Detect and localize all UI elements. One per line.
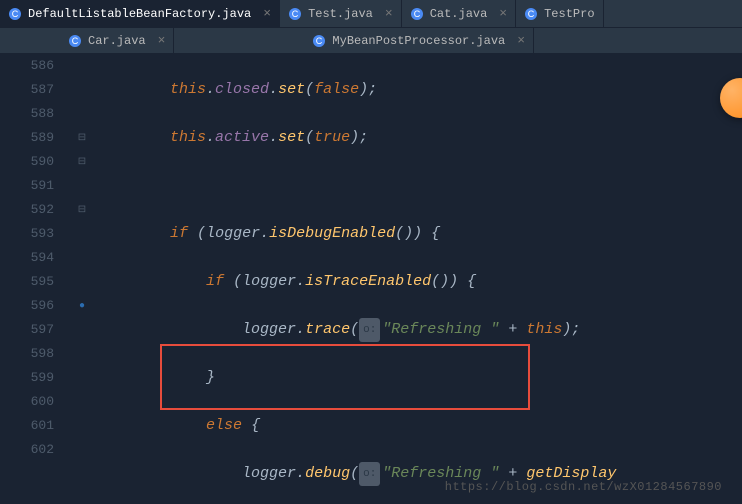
line-number: 591 bbox=[0, 174, 54, 198]
tab-testpro[interactable]: C TestPro bbox=[516, 0, 603, 27]
line-number: 602 bbox=[0, 438, 54, 462]
tab-car[interactable]: C Car.java × bbox=[60, 28, 174, 53]
tab-label: DefaultListableBeanFactory.java bbox=[28, 7, 251, 21]
editor-area[interactable]: 586 587 588 589 590 591 592 593 594 595 … bbox=[0, 54, 742, 504]
tab-cat[interactable]: C Cat.java × bbox=[402, 0, 516, 27]
close-icon[interactable]: × bbox=[158, 33, 166, 48]
line-number: 592 bbox=[0, 198, 54, 222]
java-class-icon: C bbox=[524, 7, 538, 21]
java-class-icon: C bbox=[68, 34, 82, 48]
line-number-gutter: 586 587 588 589 590 591 592 593 594 595 … bbox=[0, 54, 72, 504]
tab-mybeanpostprocessor[interactable]: C MyBeanPostProcessor.java × bbox=[304, 28, 534, 53]
svg-text:C: C bbox=[72, 36, 79, 46]
line-number: 600 bbox=[0, 390, 54, 414]
tab-test[interactable]: C Test.java × bbox=[280, 0, 402, 27]
tab-defaultlistablebeanfactory[interactable]: C DefaultListableBeanFactory.java × bbox=[0, 0, 280, 27]
tab-label: MyBeanPostProcessor.java bbox=[332, 34, 505, 48]
param-hint-icon: o: bbox=[359, 462, 380, 486]
close-icon[interactable]: × bbox=[263, 6, 271, 21]
java-class-icon: C bbox=[410, 7, 424, 21]
java-class-icon: C bbox=[288, 7, 302, 21]
line-number: 586 bbox=[0, 54, 54, 78]
svg-text:C: C bbox=[413, 9, 420, 19]
java-class-icon: C bbox=[312, 34, 326, 48]
line-number: 597 bbox=[0, 318, 54, 342]
tab-label: Test.java bbox=[308, 7, 373, 21]
svg-text:C: C bbox=[12, 9, 19, 19]
svg-text:C: C bbox=[292, 9, 299, 19]
code-content[interactable]: this.closed.set(false); this.active.set(… bbox=[94, 54, 742, 504]
param-hint-icon: o: bbox=[359, 318, 380, 342]
close-icon[interactable]: × bbox=[517, 33, 525, 48]
tab-bar-row2: C Car.java × C MyBeanPostProcessor.java … bbox=[0, 28, 742, 54]
line-number: 588 bbox=[0, 102, 54, 126]
line-number: 589 bbox=[0, 126, 54, 150]
line-number: 599 bbox=[0, 366, 54, 390]
watermark-text: https://blog.csdn.net/wzX01284567890 bbox=[445, 480, 722, 494]
java-class-icon: C bbox=[8, 7, 22, 21]
close-icon[interactable]: × bbox=[385, 6, 393, 21]
line-number: 596 bbox=[0, 294, 54, 318]
tab-label: Cat.java bbox=[430, 7, 488, 21]
fold-icon[interactable]: ⊟ bbox=[75, 131, 89, 145]
svg-text:C: C bbox=[528, 9, 535, 19]
close-icon[interactable]: × bbox=[499, 6, 507, 21]
line-number: 601 bbox=[0, 414, 54, 438]
line-number: 593 bbox=[0, 222, 54, 246]
svg-text:C: C bbox=[316, 36, 323, 46]
line-number: 595 bbox=[0, 270, 54, 294]
tab-label: TestPro bbox=[544, 7, 594, 21]
fold-icon[interactable]: ⊟ bbox=[75, 203, 89, 217]
line-number: 598 bbox=[0, 342, 54, 366]
line-number: 590 bbox=[0, 150, 54, 174]
tab-label: Car.java bbox=[88, 34, 146, 48]
tab-bar-row1: C DefaultListableBeanFactory.java × C Te… bbox=[0, 0, 742, 28]
bookmark-icon[interactable]: ● bbox=[75, 299, 89, 313]
line-number: 587 bbox=[0, 78, 54, 102]
fold-gutter: ⊟ ⊟ ⊟ ● bbox=[72, 54, 94, 504]
line-number: 594 bbox=[0, 246, 54, 270]
fold-icon[interactable]: ⊟ bbox=[75, 155, 89, 169]
